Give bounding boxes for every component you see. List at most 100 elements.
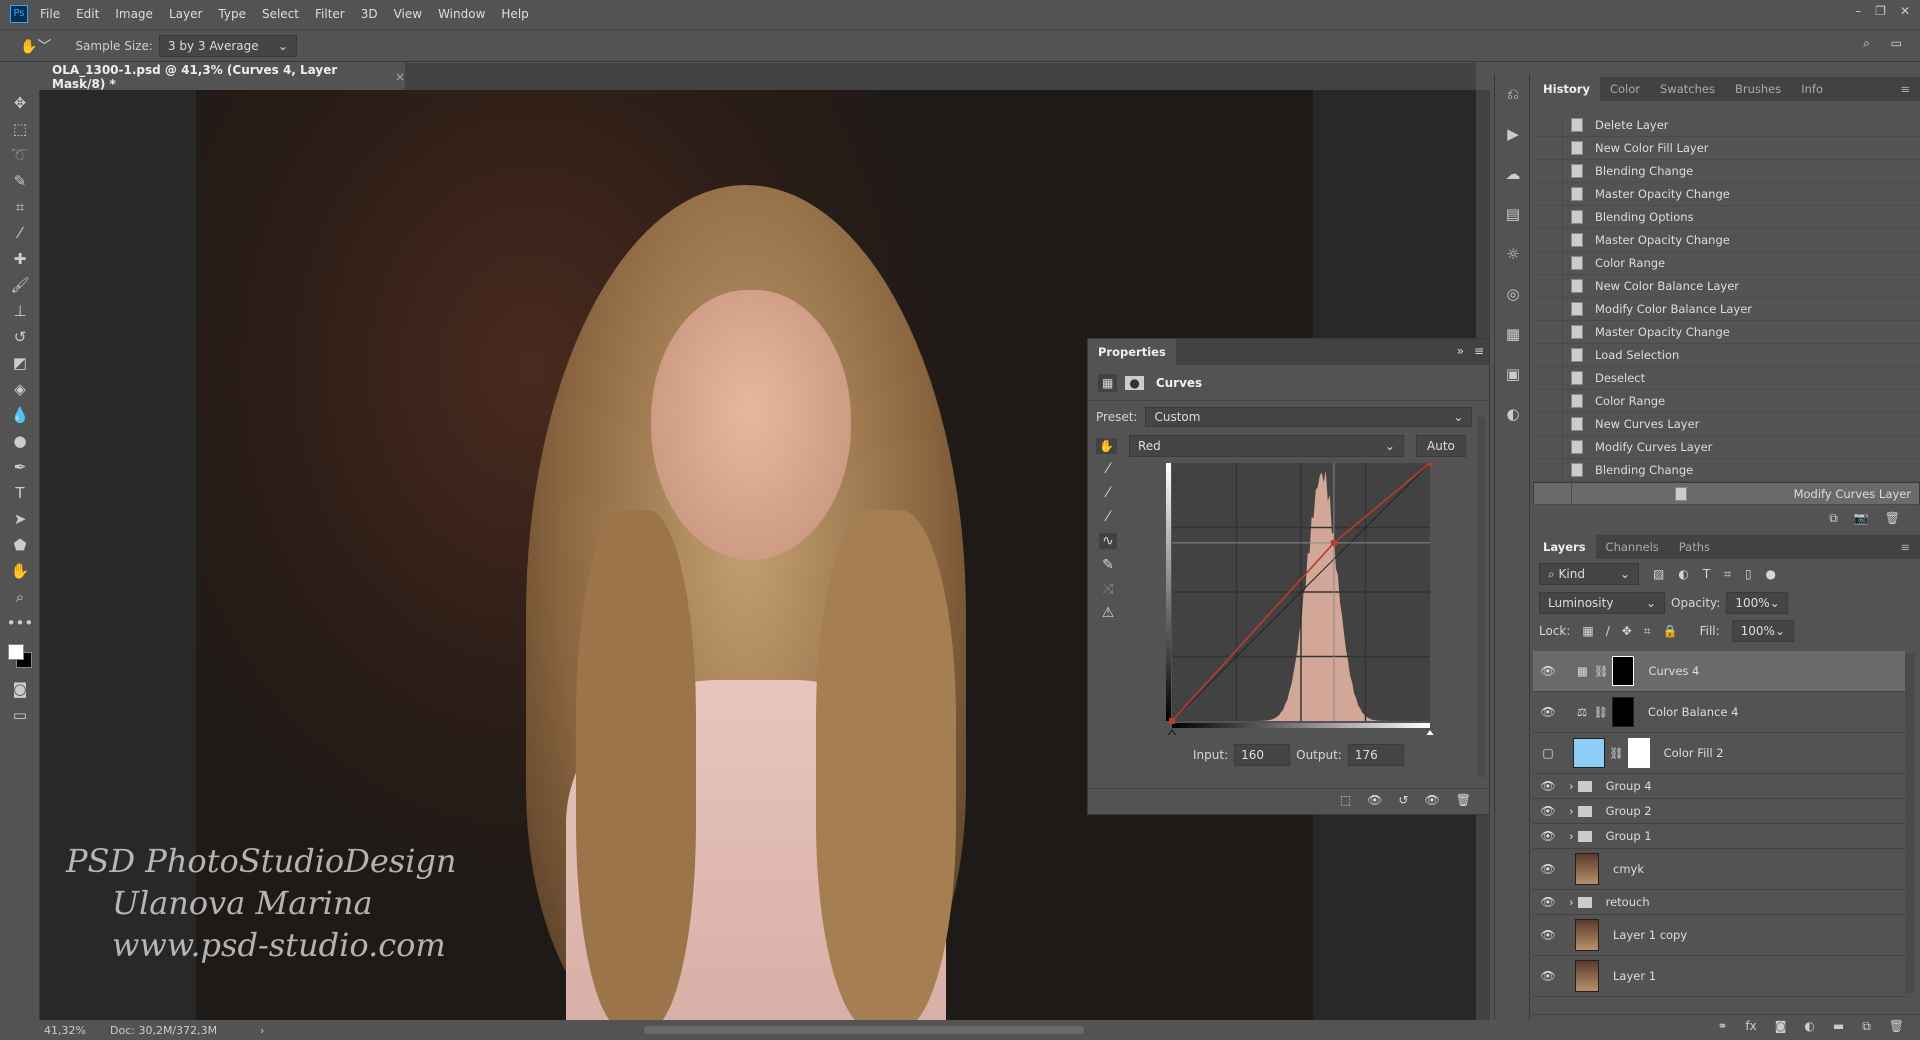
brush-tool-icon[interactable]: 🖌 xyxy=(0,272,40,298)
history-item[interactable]: Modify Curves Layer xyxy=(1533,435,1920,459)
history-item[interactable]: Deselect xyxy=(1533,366,1920,390)
layers-scrollbar[interactable] xyxy=(1905,653,1915,993)
history-item[interactable]: Color Range xyxy=(1533,389,1920,413)
tab-channels[interactable]: Channels xyxy=(1596,535,1669,559)
input-field[interactable]: 160 xyxy=(1234,744,1291,766)
layer-style-fx-icon[interactable]: fx xyxy=(1745,1019,1756,1036)
history-item[interactable]: Master Opacity Change xyxy=(1533,320,1920,344)
history-item[interactable]: Blending Change xyxy=(1533,458,1920,482)
targeted-adjustment-icon[interactable]: ✋ xyxy=(1096,438,1117,454)
eye-icon[interactable]: 👁 xyxy=(1533,705,1563,719)
history-item[interactable]: Blending Options xyxy=(1533,205,1920,229)
lock-all-icon[interactable]: 🔒 xyxy=(1663,624,1678,638)
stamp-tool-icon[interactable]: ⊥ xyxy=(0,298,40,324)
history-item[interactable]: New Curves Layer xyxy=(1533,412,1920,436)
mask-icon[interactable]: ● xyxy=(1125,375,1144,390)
histogram-icon[interactable]: ▤ xyxy=(1495,194,1531,234)
tab-layers[interactable]: Layers xyxy=(1533,535,1596,559)
hand-tool-icon[interactable]: ✋ xyxy=(0,558,40,584)
blur-tool-icon[interactable]: 💧 xyxy=(0,402,40,428)
history-brush-source[interactable] xyxy=(1533,251,1563,275)
history-item[interactable]: Load Selection xyxy=(1533,343,1920,367)
history-brush-source[interactable] xyxy=(1533,182,1563,206)
curve-edit-icon[interactable]: ∿ xyxy=(1099,533,1117,549)
lock-artboard-icon[interactable]: ⌗ xyxy=(1644,624,1651,639)
history-brush-source[interactable] xyxy=(1533,274,1563,298)
actions-play-icon[interactable]: ▶ xyxy=(1495,114,1531,154)
marquee-tool-icon[interactable]: ⬚ xyxy=(0,116,40,142)
healing-brush-tool-icon[interactable]: ✚ xyxy=(0,246,40,272)
tab-paths[interactable]: Paths xyxy=(1669,535,1720,559)
tab-swatches[interactable]: Swatches xyxy=(1650,77,1725,101)
menu-image[interactable]: Image xyxy=(115,7,153,21)
tab-history[interactable]: History xyxy=(1533,77,1600,101)
history-brush-source[interactable] xyxy=(1533,389,1563,413)
search-icon[interactable]: ⌕ xyxy=(1863,36,1870,51)
history-brush-source[interactable] xyxy=(1533,113,1563,137)
eye-icon[interactable]: 👁 xyxy=(1533,895,1563,909)
workspace-icon[interactable]: ▭ xyxy=(1891,36,1902,50)
lock-transparent-icon[interactable]: ▦ xyxy=(1582,624,1593,638)
menu-file[interactable]: File xyxy=(40,7,60,21)
eyedropper-tool-icon[interactable]: ⁄ xyxy=(0,220,40,246)
eye-icon[interactable]: 👁 xyxy=(1533,829,1563,843)
layer-row[interactable]: 👁 ⚖ ⛓ Color Balance 4 xyxy=(1533,692,1905,733)
trash-icon[interactable]: 🗑 xyxy=(1885,511,1900,526)
menu-filter[interactable]: Filter xyxy=(315,7,345,21)
curves-adjustment-icon[interactable]: ▦ xyxy=(1098,373,1118,392)
more-tools-icon[interactable]: ••• xyxy=(0,610,40,636)
shape-tool-icon[interactable]: ⬟ xyxy=(0,532,40,558)
new-layer-icon[interactable]: ⧉ xyxy=(1862,1019,1871,1036)
layer-row[interactable]: 👁 ▦ ⛓ Curves 4 xyxy=(1533,651,1905,692)
minimize-icon[interactable]: – xyxy=(1855,4,1861,18)
chevron-right-icon[interactable]: › xyxy=(1569,779,1574,793)
eye-icon[interactable]: 👁 xyxy=(1533,664,1563,678)
add-mask-icon[interactable]: ◙ xyxy=(1775,1019,1787,1036)
history-brush-source[interactable] xyxy=(1533,458,1563,482)
layer-row[interactable]: 👁 › retouch xyxy=(1533,890,1905,915)
channel-select[interactable]: Red ⌄ xyxy=(1128,435,1404,457)
delete-adjustment-icon[interactable]: 🗑 xyxy=(1456,793,1471,810)
type-tool-icon[interactable]: T xyxy=(0,480,40,506)
eye-icon[interactable]: 👁 xyxy=(1533,779,1563,793)
chevron-right-icon[interactable]: › xyxy=(1569,829,1574,843)
history-brush-source[interactable] xyxy=(1533,205,1563,229)
horizontal-scrollbar[interactable] xyxy=(644,1026,1085,1034)
foreground-color[interactable] xyxy=(8,644,24,660)
crop-tool-icon[interactable]: ⌗ xyxy=(0,194,40,220)
chevron-right-icon[interactable]: › xyxy=(1569,804,1574,818)
history-brush-source[interactable] xyxy=(1533,343,1563,367)
history-item[interactable]: Delete Layer xyxy=(1533,113,1920,137)
chevron-right-icon[interactable]: › xyxy=(1569,895,1574,909)
visibility-off-box[interactable]: ▢ xyxy=(1533,746,1563,760)
chevron-right-icon[interactable]: › xyxy=(260,1024,264,1037)
eye-icon[interactable]: 👁 xyxy=(1533,969,1563,983)
layer-row[interactable]: ▢ ⛓ Color Fill 2 xyxy=(1533,733,1905,774)
libraries-icon[interactable]: ☁ xyxy=(1495,154,1531,194)
history-item[interactable]: Master Opacity Change xyxy=(1533,228,1920,252)
close-tab-icon[interactable]: × xyxy=(395,70,405,84)
layer-comps-icon[interactable]: ▣ xyxy=(1495,354,1531,394)
curves-graph[interactable] xyxy=(1166,463,1436,735)
gray-point-eyedropper-icon[interactable]: ⁄ xyxy=(1107,485,1109,501)
history-item[interactable]: Modify Color Balance Layer xyxy=(1533,297,1920,321)
pencil-icon[interactable]: ✎ xyxy=(1102,557,1114,573)
lock-pixels-icon[interactable]: / xyxy=(1606,624,1610,638)
reset-icon[interactable]: ↺ xyxy=(1398,793,1408,810)
mask-thumbnail[interactable] xyxy=(1611,697,1634,727)
snapshot-icon[interactable]: 📷 xyxy=(1854,511,1869,526)
layer-row[interactable]: 👁 cmyk xyxy=(1533,849,1905,890)
new-document-icon[interactable]: ⧉ xyxy=(1829,511,1838,526)
filter-type-icon[interactable]: T xyxy=(1703,567,1710,581)
adjustment-circle-icon[interactable]: ◐ xyxy=(1495,394,1531,434)
fill-field[interactable]: 100% ⌄ xyxy=(1731,620,1794,642)
layer-row[interactable]: 👁 › Group 1 xyxy=(1533,824,1905,849)
menu-window[interactable]: Window xyxy=(438,7,485,21)
visibility-icon[interactable]: 👁 xyxy=(1425,793,1440,810)
history-item[interactable]: Master Opacity Change xyxy=(1533,182,1920,206)
mask-thumbnail[interactable] xyxy=(1612,656,1635,686)
dodge-tool-icon[interactable]: ● xyxy=(0,428,40,454)
history-brush-source[interactable] xyxy=(1533,366,1563,390)
clipping-warning-icon[interactable]: ⚠ xyxy=(1102,605,1115,621)
white-point-eyedropper-icon[interactable]: ⁄ xyxy=(1107,509,1109,525)
